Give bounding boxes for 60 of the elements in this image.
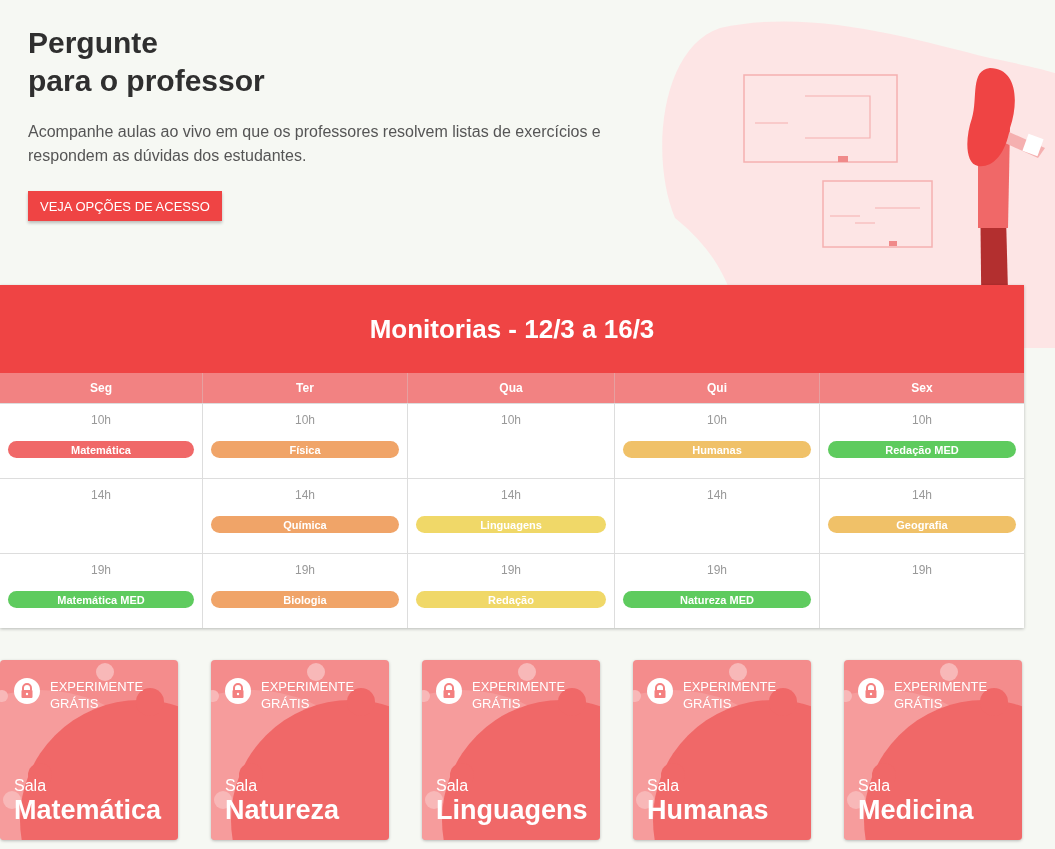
time-label: 10h [707,413,727,427]
day-header: Ter [202,373,407,403]
day-header: Qui [614,373,819,403]
time-label: 19h [912,563,932,577]
free-trial-label: EXPERIMENTE GRÁTIS [894,678,989,712]
time-label: 10h [501,413,521,427]
day-header: Sex [819,373,1024,403]
time-label: 10h [295,413,315,427]
room-name: Matemática [14,795,162,826]
time-label: 19h [707,563,727,577]
free-trial-label: EXPERIMENTE GRÁTIS [472,678,567,712]
class-tag[interactable]: Química [211,516,399,533]
class-tag[interactable]: Matemática MED [8,591,194,608]
lock-icon [647,678,673,704]
access-options-button[interactable]: VEJA OPÇÕES DE ACESSO [28,191,222,221]
room-name: Medicina [858,795,974,826]
description-text: Acompanhe aulas ao vivo em que os professores resolvem listas de exercícios e respondem as dúvidas dos estudantes. [28,122,602,166]
room-card[interactable]: EXPERIMENTE GRÁTIS Sala Natureza [211,660,389,840]
room-prefix: Sala [436,777,470,795]
class-tag[interactable]: Linguagens [416,516,606,533]
room-card[interactable]: EXPERIMENTE GRÁTIS Sala Humanas [633,660,811,840]
room-prefix: Sala [225,777,259,795]
free-trial-label: EXPERIMENTE GRÁTIS [683,678,778,712]
class-tag[interactable]: Natureza MED [623,591,811,608]
class-tag[interactable]: Redação MED [828,441,1016,458]
schedule-title: Monitorias - 12/3 a 16/3 [369,313,655,345]
class-tag[interactable]: Redação [416,591,606,608]
class-tag[interactable]: Humanas [623,441,811,458]
lock-icon [436,678,462,704]
class-tag[interactable]: Matemática [8,441,194,458]
room-card[interactable]: EXPERIMENTE GRÁTIS Sala Medicina [844,660,1022,840]
lock-icon [225,678,251,704]
time-label: 14h [707,488,727,502]
day-header: Qua [407,373,614,403]
time-label: 19h [91,563,111,577]
room-card[interactable]: EXPERIMENTE GRÁTIS Sala Matemática [0,660,178,840]
day-header: Seg [0,373,202,403]
time-label: 10h [91,413,111,427]
room-prefix: Sala [647,777,681,795]
free-trial-label: EXPERIMENTE GRÁTIS [261,678,356,712]
page-title: Pergunte para o professor [28,25,265,99]
room-name: Linguagens [436,795,588,826]
time-label: 14h [501,488,521,502]
time-label: 19h [501,563,521,577]
time-label: 19h [295,563,315,577]
lock-icon [14,678,40,704]
free-trial-label: EXPERIMENTE GRÁTIS [50,678,145,712]
class-tag[interactable]: Física [211,441,399,458]
room-card[interactable]: EXPERIMENTE GRÁTIS Sala Linguagens [422,660,600,840]
class-tag[interactable]: Biologia [211,591,399,608]
room-name: Natureza [225,795,340,826]
time-label: 14h [295,488,315,502]
room-prefix: Sala [14,777,48,795]
class-tag[interactable]: Geografia [828,516,1016,533]
lock-icon [858,678,884,704]
time-label: 14h [912,488,932,502]
room-prefix: Sala [858,777,892,795]
room-name: Humanas [647,795,769,826]
time-label: 14h [91,488,111,502]
time-label: 10h [912,413,932,427]
